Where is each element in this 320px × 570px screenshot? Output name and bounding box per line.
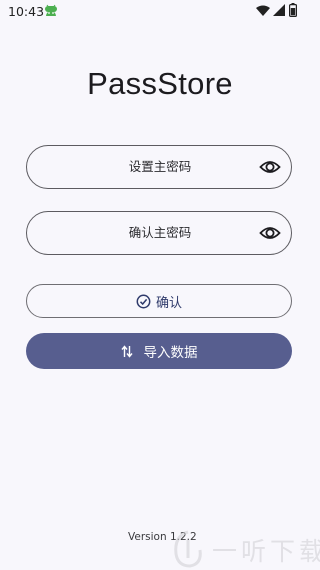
check-circle-icon [136,294,151,308]
confirm-password-field[interactable]: 确认主密码 [26,211,292,255]
android-face-icon [45,4,57,16]
import-data-button[interactable]: 导入数据 [26,333,292,369]
watermark: 一听下载 [168,528,320,570]
app-title: PassStore [87,66,233,101]
watermark-text: 一听下载 [212,537,320,566]
import-data-label: 导入数据 [143,345,198,361]
master-password-field[interactable]: 设置主密码 [26,145,292,189]
status-time: 10:43 [8,4,45,19]
eye-icon[interactable] [259,223,281,243]
eye-icon[interactable] [259,157,281,177]
status-bar: 10:43 [0,0,320,22]
confirm-button-label: 确认 [155,295,182,311]
swap-vertical-icon [120,344,133,358]
confirm-button[interactable]: 确认 [26,284,292,318]
signal-icon [273,4,285,16]
confirm-password-label: 确认主密码 [128,225,192,240]
master-password-label: 设置主密码 [128,159,192,174]
watermark-logo-icon [174,530,202,568]
battery-icon [289,3,297,17]
wifi-icon [256,5,270,16]
